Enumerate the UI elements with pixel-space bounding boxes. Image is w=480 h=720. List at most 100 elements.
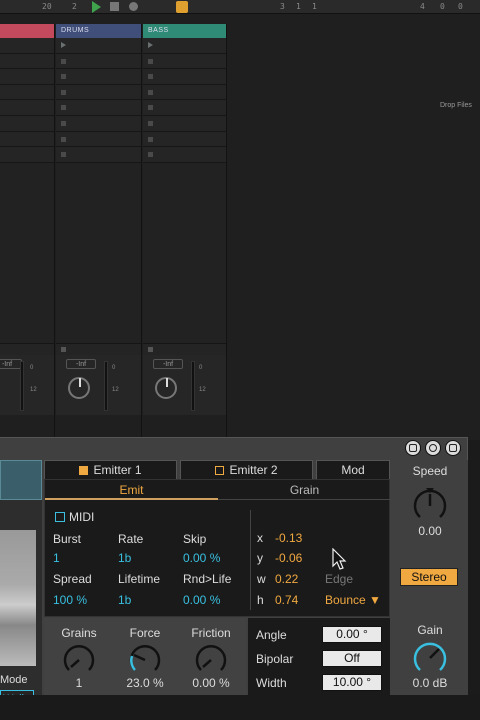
gain-label: Gain — [417, 623, 443, 637]
subtab-emit[interactable]: Emit — [45, 480, 218, 500]
stop-slot-icon[interactable] — [61, 74, 66, 80]
play-clip-icon[interactable] — [61, 42, 66, 48]
skip-value[interactable]: 0.00 % — [183, 551, 220, 565]
spread-value[interactable]: 100 % — [53, 593, 87, 607]
w-value[interactable]: 0.22 — [275, 572, 298, 586]
device-refresh-icon[interactable] — [425, 440, 441, 456]
signature-field[interactable]: 2 — [72, 2, 77, 11]
clip-slot[interactable] — [56, 38, 141, 54]
tab-mod[interactable]: Mod — [316, 460, 390, 479]
lifetime-value[interactable]: 1b — [118, 593, 131, 607]
clip-slot[interactable] — [143, 84, 226, 101]
stop-slot-icon[interactable] — [148, 105, 153, 111]
device-save-icon[interactable] — [445, 440, 461, 456]
subtab-grain[interactable]: Grain — [218, 480, 391, 500]
stop-slot-icon[interactable] — [61, 89, 66, 95]
clip-slot[interactable] — [0, 38, 54, 54]
clip-slot[interactable] — [0, 53, 54, 70]
clip-slot[interactable] — [143, 53, 226, 70]
track-header-drums[interactable]: DRUMS — [56, 24, 141, 38]
clip-slot[interactable] — [56, 147, 141, 163]
stop-slot-icon[interactable] — [61, 58, 66, 64]
clip-slot[interactable] — [143, 131, 226, 148]
track-header-bass[interactable]: BASS — [143, 24, 226, 38]
pan-knob[interactable] — [155, 376, 177, 399]
friction-knob[interactable] — [194, 643, 228, 677]
clip-slot[interactable] — [56, 69, 141, 85]
track-header[interactable] — [0, 24, 54, 38]
clip-slot[interactable] — [56, 100, 141, 116]
tab-emitter-1[interactable]: Emitter 1 — [44, 460, 177, 479]
volume-field[interactable]: -Inf — [66, 358, 96, 369]
empty-slot-area[interactable] — [0, 162, 54, 343]
position-sixteenth[interactable]: 1 — [312, 2, 317, 11]
volume-field[interactable]: -Inf — [153, 358, 183, 369]
rate-value[interactable]: 1b — [118, 551, 131, 565]
edge-mode-dropdown[interactable]: Bounce ▼ — [325, 593, 381, 607]
stereo-button[interactable]: Stereo — [400, 568, 458, 586]
stop-slot-icon[interactable] — [61, 152, 66, 158]
position-beat[interactable]: 1 — [296, 2, 301, 11]
gain-knob[interactable] — [412, 640, 448, 676]
sample-header[interactable] — [0, 460, 42, 500]
clip-slot[interactable] — [56, 131, 141, 148]
stop-slot-icon[interactable] — [148, 120, 153, 126]
clip-slot[interactable] — [56, 84, 141, 101]
loop-length-sixteenth[interactable]: 0 — [458, 2, 463, 11]
h-value[interactable]: 0.74 — [275, 593, 298, 607]
play-clip-icon[interactable] — [148, 42, 153, 48]
midi-checkbox[interactable] — [55, 512, 65, 522]
stop-slot-icon[interactable] — [61, 105, 66, 111]
x-value[interactable]: -0.13 — [275, 531, 302, 545]
stop-slot-icon[interactable] — [148, 136, 153, 142]
loop-length-beat[interactable]: 0 — [440, 2, 445, 11]
grains-knob[interactable] — [62, 643, 96, 677]
clip-slot[interactable] — [0, 100, 54, 116]
width-field[interactable]: 10.00 ° — [322, 674, 382, 691]
volume-field[interactable]: -Inf — [0, 358, 22, 369]
stop-icon[interactable] — [148, 346, 153, 352]
device-map-icon[interactable] — [405, 440, 421, 456]
clip-slot[interactable] — [56, 53, 141, 70]
y-value[interactable]: -0.06 — [275, 551, 302, 565]
tab-emitter-2[interactable]: Emitter 2 — [180, 460, 313, 479]
empty-slot-area[interactable] — [56, 162, 141, 343]
clip-slot[interactable] — [143, 100, 226, 116]
clip-slot[interactable] — [56, 115, 141, 132]
empty-slot-area[interactable] — [143, 162, 226, 343]
stop-slot-icon[interactable] — [61, 136, 66, 142]
stop-slot-icon[interactable] — [148, 74, 153, 80]
clip-slot[interactable] — [0, 84, 54, 101]
stop-slot-icon[interactable] — [148, 58, 153, 64]
clip-slot[interactable] — [0, 147, 54, 163]
position-bar[interactable]: 3 — [280, 2, 285, 11]
stop-icon[interactable] — [110, 2, 119, 11]
stop-clips-row[interactable] — [0, 342, 54, 355]
burst-value[interactable]: 1 — [53, 551, 60, 565]
rnd-life-value[interactable]: 0.00 % — [183, 593, 220, 607]
play-icon[interactable] — [92, 1, 101, 13]
stop-clips-row[interactable] — [143, 342, 226, 355]
stop-clips-row[interactable] — [56, 342, 141, 355]
tempo-field[interactable]: 20 — [42, 2, 52, 11]
waveform-display[interactable] — [0, 530, 36, 666]
clip-slot[interactable] — [143, 38, 226, 54]
clip-slot[interactable] — [0, 131, 54, 148]
clip-slot[interactable] — [0, 69, 54, 85]
loop-length-bar[interactable]: 4 — [420, 2, 425, 11]
record-icon[interactable] — [129, 2, 138, 11]
clip-slot[interactable] — [143, 69, 226, 85]
bipolar-toggle[interactable]: Off — [322, 650, 382, 667]
clip-slot[interactable] — [143, 147, 226, 163]
pan-knob[interactable] — [68, 376, 90, 399]
angle-field[interactable]: 0.00 ° — [322, 626, 382, 643]
force-knob[interactable] — [128, 643, 162, 677]
stop-icon[interactable] — [61, 346, 66, 352]
speed-knob[interactable] — [412, 484, 448, 522]
stop-slot-icon[interactable] — [61, 120, 66, 126]
loop-icon[interactable] — [176, 1, 188, 13]
clip-slot[interactable] — [143, 115, 226, 132]
stop-slot-icon[interactable] — [148, 89, 153, 95]
clip-slot[interactable] — [0, 115, 54, 132]
stop-slot-icon[interactable] — [148, 152, 153, 158]
